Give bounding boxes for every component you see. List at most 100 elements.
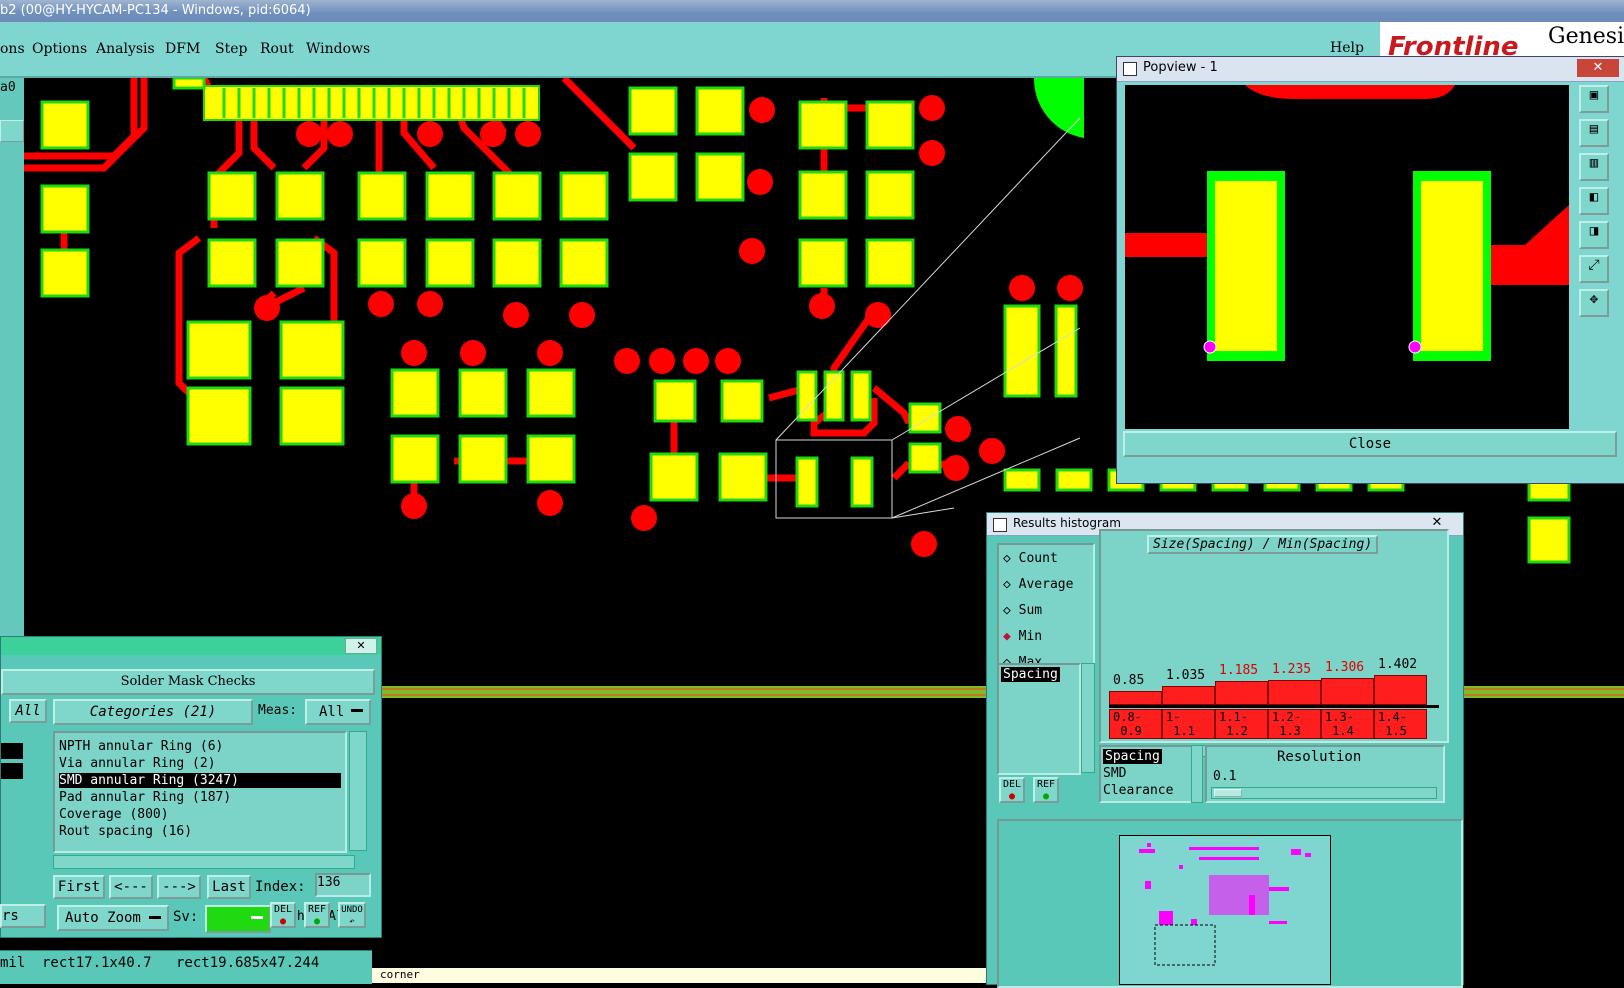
status-rect2: rect19.685x47.244 <box>176 955 320 971</box>
popview-pan-icon[interactable]: ✥ <box>1579 289 1609 317</box>
dropdown-bar-icon <box>351 709 363 712</box>
histogram-bar[interactable] <box>1162 685 1215 705</box>
histogram-baseline <box>1109 705 1439 708</box>
popview-canvas[interactable] <box>1125 85 1569 429</box>
status-units: mil <box>0 955 26 971</box>
meas-dropdown[interactable]: All <box>305 699 371 725</box>
del-button[interactable]: DEL ● <box>270 902 296 928</box>
color-swatch <box>1 763 23 779</box>
solder-mask-checks-panel: ✕ Solder Mask Checks All Categories (21)… <box>0 636 382 938</box>
radio-average[interactable]: ◇ Average <box>1003 577 1073 592</box>
histogram-preview-area <box>997 819 1463 988</box>
metric-list-scroll[interactable] <box>1191 745 1203 803</box>
histogram-chart: Size(Spacing) / Min(Spacing) 0.85 0.8- 0… <box>1099 529 1449 757</box>
metric-list[interactable]: Spacing SMD Clearance <box>1099 745 1203 803</box>
bin-range-label[interactable]: 1.3- 1.4 <box>1321 709 1374 739</box>
menu-dfm[interactable]: DFM <box>165 41 200 57</box>
left-strip-button[interactable] <box>0 120 24 142</box>
popview-tool-3-icon[interactable]: ▥ <box>1579 153 1609 181</box>
popview-tool-1-icon[interactable]: ▣ <box>1579 85 1609 113</box>
sv-color-dropdown[interactable] <box>205 905 271 933</box>
solder-mask-title: Solder Mask Checks <box>1 669 375 695</box>
last-button[interactable]: Last <box>207 875 251 899</box>
bin-range-label[interactable]: 1.2- 1.3 <box>1268 709 1321 739</box>
list-item[interactable]: Coverage (800) <box>59 807 169 822</box>
left-scroll-area <box>1 731 23 893</box>
bin-value-label: 0.85 <box>1113 673 1145 688</box>
metric-list-item-smd[interactable]: SMD <box>1103 766 1126 781</box>
undo-button[interactable]: UNDO ↶ <box>338 902 366 928</box>
prev-button[interactable]: <--- <box>109 875 153 899</box>
measure-list-item-spacing[interactable]: Spacing <box>1001 667 1060 682</box>
categories-hscroll[interactable] <box>53 855 355 869</box>
metric-list-item-clearance[interactable]: Clearance <box>1103 783 1173 798</box>
histogram-del-button[interactable]: DEL ● <box>999 777 1025 803</box>
menu-rout[interactable]: Rout <box>260 41 294 57</box>
del-label: DEL <box>273 904 293 915</box>
layers-dropdown[interactable]: rs <box>0 904 46 928</box>
histogram-bar[interactable] <box>1321 677 1374 705</box>
histogram-bar[interactable] <box>1215 681 1268 705</box>
metric-list-item-spacing[interactable]: Spacing <box>1103 749 1162 764</box>
radio-min-selected[interactable]: ◆ Min <box>1003 629 1042 644</box>
histogram-title: Results histogram <box>1013 516 1121 530</box>
status-rect1: rect17.1x40.7 <box>42 955 152 971</box>
color-swatch <box>1 743 23 759</box>
menu-step[interactable]: Step <box>215 41 247 57</box>
resolution-label: Resolution <box>1277 749 1362 765</box>
menu-options[interactable]: Options <box>32 41 87 57</box>
popview-tool-2-icon[interactable]: ▤ <box>1579 119 1609 147</box>
meas-label: Meas: <box>258 703 298 718</box>
bin-range-label[interactable]: 0.8- 0.9 <box>1109 709 1162 739</box>
menu-analysis[interactable]: Analysis <box>96 41 155 57</box>
auto-zoom-dropdown[interactable]: Auto Zoom <box>57 905 169 931</box>
popview-zoom-fit-icon[interactable]: ⤢ <box>1579 255 1609 283</box>
first-button[interactable]: First <box>53 875 105 899</box>
histogram-bar[interactable] <box>1268 679 1321 705</box>
ref-label: REF <box>307 904 327 915</box>
bin-range-label[interactable]: 1.4- 1.5 <box>1374 709 1427 739</box>
connector-pins <box>222 88 526 118</box>
list-item[interactable]: Pad annular Ring (187) <box>59 790 231 805</box>
measure-list-scroll[interactable] <box>1081 663 1095 773</box>
popview-close-icon[interactable]: ✕ <box>1577 59 1619 77</box>
categories-vscroll[interactable] <box>349 731 367 851</box>
status-bar: mil rect17.1x40.7 rect19.685x47.244 <box>0 950 372 984</box>
menu-help[interactable]: Help <box>1330 40 1364 56</box>
dropdown-bar-icon <box>251 916 263 919</box>
histogram-preview-map[interactable] <box>1119 835 1331 985</box>
categories-button[interactable]: Categories (21) <box>53 699 253 725</box>
radio-sum[interactable]: ◇ Sum <box>1003 603 1042 618</box>
popview-tool-5-icon[interactable]: ◨ <box>1579 221 1609 249</box>
index-input[interactable]: 136 <box>315 873 371 897</box>
measure-list[interactable]: Spacing <box>997 663 1081 775</box>
bin-value-label: 1.035 <box>1166 667 1206 683</box>
categories-list[interactable]: NPTH annular Ring (6) Via annular Ring (… <box>53 731 347 853</box>
solder-mask-close-icon[interactable]: ✕ <box>345 638 377 654</box>
ref-button[interactable]: REF ● <box>304 902 330 928</box>
all-button[interactable]: All <box>9 699 47 723</box>
menu-actions[interactable]: ons <box>0 41 25 57</box>
popview-tool-4-icon[interactable]: ◧ <box>1579 187 1609 215</box>
bin-range-label[interactable]: 1- 1.1 <box>1162 709 1215 739</box>
list-item-selected[interactable]: SMD annular Ring (3247) <box>59 773 341 788</box>
popview-close-button[interactable]: Close <box>1123 431 1617 457</box>
bin-range-label[interactable]: 1.1- 1.2 <box>1215 709 1268 739</box>
bin-value-label: 1.235 <box>1272 661 1312 677</box>
results-histogram-window: Results histogram ✕ ◇ Count ◇ Average ◇ … <box>986 512 1464 988</box>
list-item[interactable]: NPTH annular Ring (6) <box>59 739 223 754</box>
histogram-bar[interactable] <box>1109 691 1162 705</box>
menu-windows[interactable]: Windows <box>306 41 370 57</box>
list-item[interactable]: Via annular Ring (2) <box>59 756 216 771</box>
bin-value-label: 1.185 <box>1219 663 1259 679</box>
next-button[interactable]: ---> <box>157 875 201 899</box>
histogram-bar[interactable] <box>1374 675 1427 705</box>
radio-count[interactable]: ◇ Count <box>1003 551 1058 566</box>
list-item[interactable]: Rout spacing (16) <box>59 824 192 839</box>
histogram-ref-button[interactable]: REF ● <box>1033 777 1059 803</box>
resolution-slider[interactable] <box>1211 787 1437 799</box>
histogram-bars: 0.85 0.8- 0.9 1.035 1- 1.1 1.185 1.1- 1.… <box>1109 531 1437 741</box>
window-titlebar: b2 (00@HY-HYCAM-PC134 - Windows, pid:606… <box>0 0 1624 22</box>
resolution-slider-thumb[interactable] <box>1214 789 1242 797</box>
resolution-value: 0.1 <box>1213 769 1237 784</box>
